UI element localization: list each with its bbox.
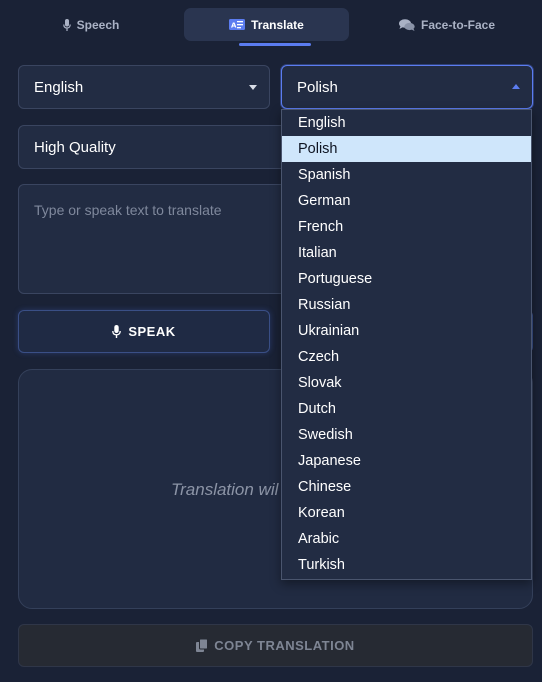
language-option-spanish[interactable]: Spanish <box>282 162 531 188</box>
quality-value: High Quality <box>34 138 116 156</box>
language-option-russian[interactable]: Russian <box>282 292 531 318</box>
language-option-german[interactable]: German <box>282 188 531 214</box>
tab-translate-label: Translate <box>251 17 304 32</box>
microphone-icon <box>112 325 122 338</box>
tab-face-to-face-label: Face-to-Face <box>420 17 496 32</box>
copy-translation-button[interactable]: COPY TRANSLATION <box>18 624 533 667</box>
language-option-polish[interactable]: Polish <box>282 136 531 162</box>
speak-button[interactable]: SPEAK <box>18 310 270 353</box>
language-option-dutch[interactable]: Dutch <box>282 396 531 422</box>
translation-placeholder: Translation wil <box>171 480 279 499</box>
language-option-czech[interactable]: Czech <box>282 344 531 370</box>
language-option-swedish[interactable]: Swedish <box>282 422 531 448</box>
tab-speech[interactable]: Speech <box>0 8 182 41</box>
language-option-turkish[interactable]: Turkish <box>282 552 531 578</box>
language-option-slovak[interactable]: Slovak <box>282 370 531 396</box>
language-option-korean[interactable]: Korean <box>282 500 531 526</box>
language-option-chinese[interactable]: Chinese <box>282 474 531 500</box>
source-language-select[interactable]: English <box>18 65 270 109</box>
tab-translate[interactable]: A Translate <box>184 8 349 41</box>
language-option-portuguese[interactable]: Portuguese <box>282 266 531 292</box>
language-option-italian[interactable]: Italian <box>282 240 531 266</box>
language-option-japanese[interactable]: Japanese <box>282 448 531 474</box>
copy-icon <box>196 639 209 652</box>
microphone-icon <box>62 18 71 31</box>
copy-button-label: COPY TRANSLATION <box>214 638 355 653</box>
chevron-down-icon <box>249 85 257 90</box>
speak-button-label: SPEAK <box>128 324 176 339</box>
language-option-english[interactable]: English <box>282 110 531 136</box>
chevron-up-icon <box>512 84 520 89</box>
target-language-value: Polish <box>297 78 338 96</box>
tab-speech-label: Speech <box>76 17 120 32</box>
language-option-ukrainian[interactable]: Ukrainian <box>282 318 531 344</box>
active-tab-indicator <box>239 43 311 46</box>
source-language-value: English <box>34 78 84 96</box>
language-option-french[interactable]: French <box>282 214 531 240</box>
svg-text:A: A <box>231 22 237 30</box>
target-language-dropdown: English Polish Spanish German French Italian P… <box>281 109 532 580</box>
tab-bar: Speech A Translate Face-to-Face <box>0 0 542 48</box>
language-option-arabic[interactable]: Arabic <box>282 526 531 552</box>
quality-select[interactable]: High Quality <box>18 125 318 169</box>
target-language-select[interactable]: Polish <box>281 65 533 109</box>
source-text-placeholder: Type or speak text to translate <box>34 202 222 218</box>
tab-face-to-face[interactable]: Face-to-Face <box>352 8 542 41</box>
source-text-input[interactable]: Type or speak text to translate <box>18 184 318 294</box>
comments-icon <box>398 18 415 31</box>
translate-icon: A <box>229 19 246 30</box>
